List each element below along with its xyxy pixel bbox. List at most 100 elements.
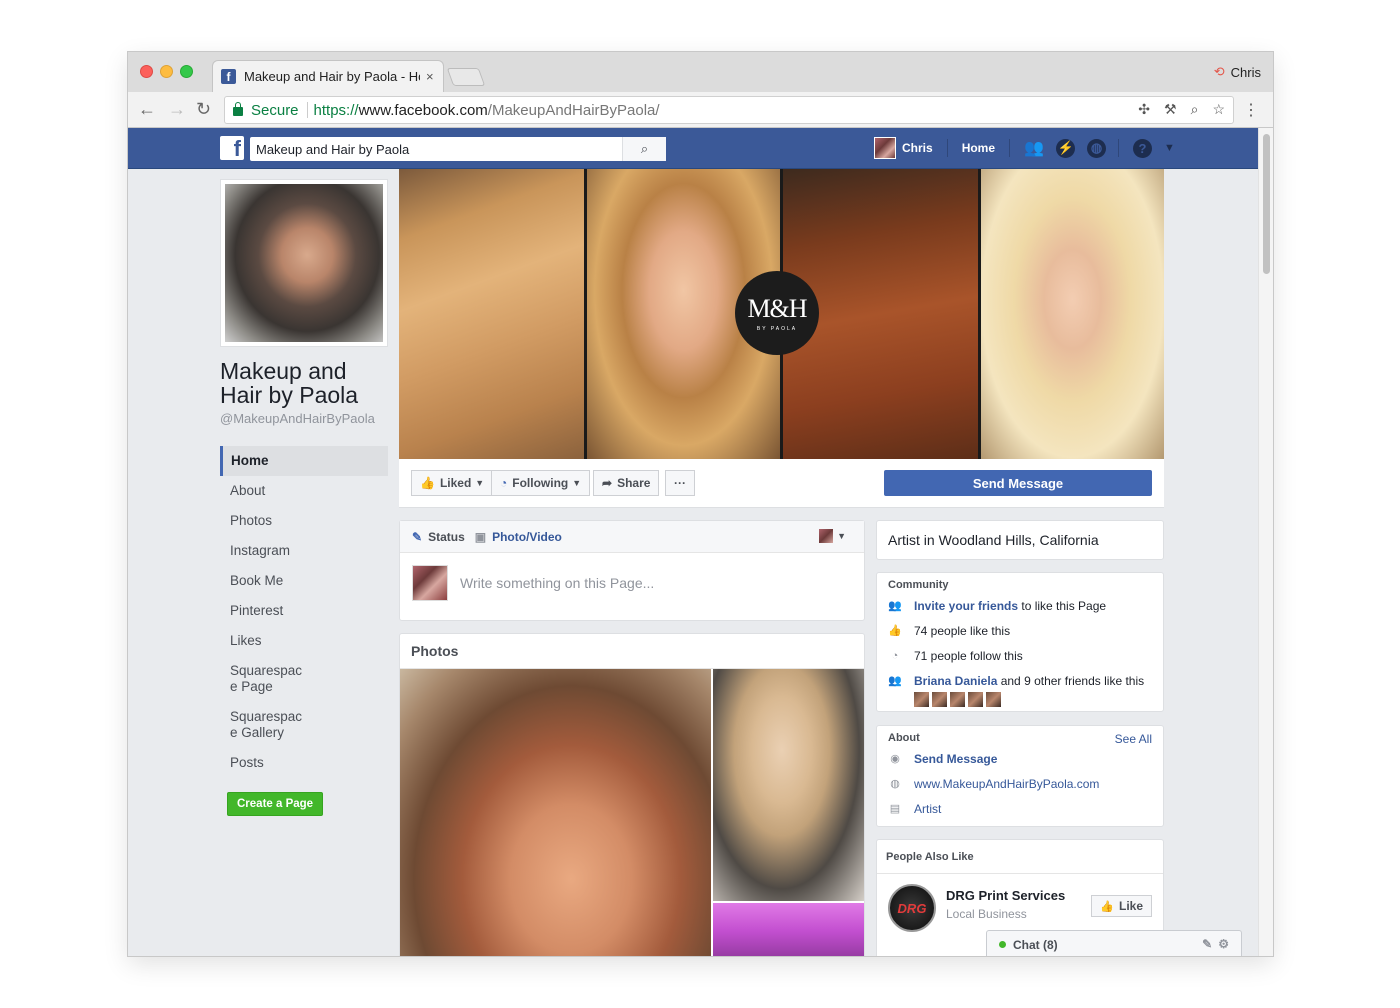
facebook-page: f Makeup and Hair by Paola ⌕ Chris Home … bbox=[128, 128, 1258, 956]
url-separator bbox=[306, 102, 308, 118]
tab-status[interactable]: ✎ Status bbox=[412, 530, 465, 544]
chat-icons: ✎ ⚙ bbox=[1202, 937, 1229, 951]
back-arrow-icon[interactable]: ← bbox=[138, 99, 156, 120]
cover-photo[interactable]: M&H BY PAOLA bbox=[399, 169, 1164, 459]
close-window-button[interactable] bbox=[140, 65, 153, 78]
liked-label: Liked bbox=[439, 476, 472, 490]
nav-home-link[interactable]: Home bbox=[962, 141, 995, 155]
notifications-globe-icon[interactable]: ◍ bbox=[1087, 138, 1107, 158]
share-arrow-icon: ➦ bbox=[602, 476, 613, 490]
messenger-icon[interactable]: ⚡ bbox=[1056, 138, 1076, 158]
website-link[interactable]: www.MakeupAndHairByPaola.com bbox=[914, 777, 1099, 792]
nav-divider bbox=[946, 139, 948, 157]
page-name[interactable]: Makeup and Hair by Paola bbox=[220, 359, 388, 407]
compose-icon[interactable]: ✎ bbox=[1202, 937, 1212, 951]
nav-divider bbox=[1009, 139, 1011, 157]
sidenav-item-about[interactable]: About bbox=[220, 476, 388, 506]
posting-as-selector[interactable]: ▼ bbox=[819, 529, 846, 543]
follows-count[interactable]: 71 people follow this bbox=[914, 649, 1023, 664]
more-options-button[interactable]: ··· bbox=[665, 470, 695, 496]
url-host: www.facebook.com bbox=[358, 101, 488, 119]
page-scrollbar[interactable] bbox=[1258, 128, 1273, 956]
composer-input[interactable]: Write something on this Page... bbox=[460, 575, 654, 591]
url-field[interactable]: Secure https:// www.facebook.com /Makeup… bbox=[224, 96, 1234, 124]
sidenav-item-home[interactable]: Home bbox=[220, 446, 388, 476]
scrollbar-thumb[interactable] bbox=[1263, 134, 1270, 274]
about-message-row: ◉ Send Message bbox=[888, 752, 1152, 767]
page-handle[interactable]: @MakeupAndHairByPaola bbox=[220, 411, 388, 426]
sidenav-item-book-me[interactable]: Book Me bbox=[220, 566, 388, 596]
sidenav-item-posts[interactable]: Posts bbox=[220, 748, 388, 778]
forward-arrow-icon[interactable]: → bbox=[168, 99, 186, 120]
friend-avatar[interactable] bbox=[932, 692, 947, 707]
facebook-favicon-icon: f bbox=[221, 69, 236, 84]
about-send-message-link[interactable]: Send Message bbox=[914, 752, 997, 767]
page-category-card: Artist in Woodland Hills, California bbox=[876, 520, 1164, 560]
user-avatar[interactable] bbox=[874, 137, 896, 159]
tab-photo-video[interactable]: ▣ Photo/Video bbox=[475, 530, 562, 544]
share-label: Share bbox=[617, 476, 651, 490]
left-column: Makeup and Hair by Paola @MakeupAndHairB… bbox=[220, 179, 388, 816]
facebook-search-input[interactable]: Makeup and Hair by Paola ⌕ bbox=[250, 137, 666, 161]
pencil-icon: ✎ bbox=[412, 529, 423, 544]
camera-icon: ▣ bbox=[474, 529, 487, 544]
following-button[interactable]: ◔ Following ▼ bbox=[491, 470, 591, 496]
account-menu-caret-icon[interactable]: ▼ bbox=[1164, 142, 1175, 154]
photo-thumbnail[interactable] bbox=[713, 903, 864, 956]
send-message-button[interactable]: Send Message bbox=[884, 470, 1152, 496]
friend-avatar[interactable] bbox=[950, 692, 965, 707]
invite-friends-link[interactable]: Invite your friends bbox=[914, 599, 1018, 613]
friend-avatar[interactable] bbox=[914, 692, 929, 707]
sidenav-item-instagram[interactable]: Instagram bbox=[220, 536, 388, 566]
zoom-icon[interactable]: ⌕ bbox=[1191, 101, 1199, 118]
paint-roller-icon[interactable]: ⚒ bbox=[1164, 101, 1177, 118]
suggested-page-name[interactable]: DRG Print Services bbox=[946, 888, 1065, 903]
rss-icon: ◔ bbox=[500, 476, 508, 490]
browser-profile[interactable]: ⟲ Chris bbox=[1214, 64, 1261, 80]
friend-name-link[interactable]: Briana Daniela bbox=[914, 674, 997, 688]
nav-user-link[interactable]: Chris bbox=[902, 141, 933, 155]
liked-button[interactable]: 👍 Liked ▼ bbox=[411, 470, 494, 496]
chat-bar[interactable]: Chat (8) ✎ ⚙ bbox=[986, 930, 1242, 956]
extension-puzzle-icon[interactable]: ✣ bbox=[1138, 101, 1150, 118]
minimize-window-button[interactable] bbox=[160, 65, 173, 78]
community-heading: Community bbox=[888, 579, 949, 591]
category-link[interactable]: Artist bbox=[914, 802, 941, 817]
sidenav-item-pinterest[interactable]: Pinterest bbox=[220, 596, 388, 626]
sidenav-item-photos[interactable]: Photos bbox=[220, 506, 388, 536]
gear-icon[interactable]: ⚙ bbox=[1218, 937, 1229, 951]
profile-photo[interactable] bbox=[220, 179, 388, 347]
composer-body[interactable]: Write something on this Page... bbox=[400, 553, 864, 613]
new-tab-button[interactable] bbox=[446, 68, 486, 86]
sidenav-item-likes[interactable]: Likes bbox=[220, 626, 388, 656]
facebook-logo-icon[interactable]: f bbox=[220, 136, 244, 160]
friend-requests-icon[interactable]: 👥 bbox=[1024, 138, 1044, 158]
create-page-button[interactable]: Create a Page bbox=[227, 792, 324, 816]
tab-close-icon[interactable]: × bbox=[426, 69, 434, 84]
browser-tab[interactable]: f Makeup and Hair by Paola - Ho × bbox=[212, 60, 444, 92]
photo-thumbnail[interactable] bbox=[713, 669, 864, 901]
search-icon[interactable]: ⌕ bbox=[622, 137, 666, 161]
reload-icon[interactable]: ↻ bbox=[196, 99, 211, 120]
likes-count[interactable]: 74 people like this bbox=[914, 624, 1010, 639]
sidenav-item-squarespace-page[interactable]: Squarespac e Page bbox=[220, 656, 388, 702]
friend-avatar[interactable] bbox=[968, 692, 983, 707]
friend-avatar[interactable] bbox=[986, 692, 1001, 707]
bookmark-star-icon[interactable]: ☆ bbox=[1212, 101, 1225, 118]
photos-title[interactable]: Photos bbox=[400, 634, 864, 669]
browser-window: f Makeup and Hair by Paola - Ho × ⟲ Chri… bbox=[128, 52, 1273, 956]
drg-logo[interactable]: DRG bbox=[888, 884, 936, 932]
like-page-button[interactable]: 👍 Like bbox=[1091, 895, 1152, 917]
zoom-window-button[interactable] bbox=[180, 65, 193, 78]
help-icon[interactable]: ? bbox=[1133, 138, 1153, 158]
browser-menu-icon[interactable]: ⋮ bbox=[1243, 100, 1259, 120]
omnibox-icons: ✣ ⚒ ⌕ ☆ bbox=[1138, 101, 1225, 118]
see-all-link[interactable]: See All bbox=[1115, 732, 1152, 746]
photo-video-label: Photo/Video bbox=[492, 529, 562, 544]
photo-thumbnail[interactable] bbox=[400, 669, 711, 956]
about-card: About See All ◉ Send Message ◍ www.Makeu… bbox=[876, 725, 1164, 827]
sidenav-item-squarespace-gallery[interactable]: Squarespac e Gallery bbox=[220, 702, 388, 748]
following-label: Following bbox=[512, 476, 569, 490]
share-button[interactable]: ➦ Share bbox=[593, 470, 660, 496]
cover-logo-text: M&H bbox=[747, 294, 807, 323]
